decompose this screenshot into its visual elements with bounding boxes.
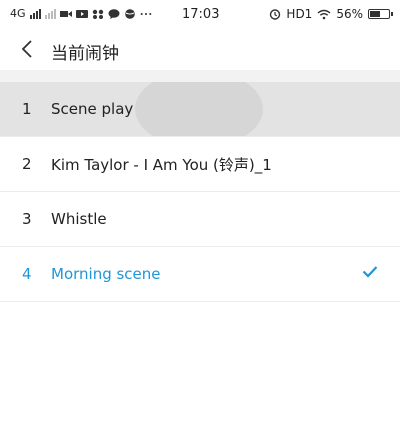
- network-type: 4G: [10, 7, 26, 20]
- status-bar: 4G 17:03 HD1 56%: [0, 0, 400, 30]
- ball-icon: [124, 8, 135, 19]
- item-index: 4: [22, 265, 32, 283]
- back-arrow-icon: [21, 40, 32, 58]
- item-label: Scene play: [51, 100, 134, 118]
- alarm-sound-list: 1 Scene play 2 Kim Taylor - I Am You (铃声…: [0, 82, 400, 302]
- item-index: 1: [22, 100, 32, 118]
- alarm-clock-icon: [270, 9, 281, 20]
- checkmark-icon: [362, 266, 378, 278]
- status-right: HD1 56%: [269, 7, 393, 21]
- signal-strength-secondary-icon: [44, 8, 56, 19]
- section-divider: [0, 70, 400, 82]
- list-item[interactable]: 2 Kim Taylor - I Am You (铃声)_1: [0, 137, 400, 192]
- app-grid-icon: [92, 9, 103, 19]
- status-time: 17:03: [182, 7, 220, 22]
- media-icon: [75, 9, 88, 18]
- video-icon: [59, 10, 72, 17]
- item-label: Whistle: [51, 210, 107, 228]
- screen: 4G 17:03 HD1 56% 当前闹钟 1 Scene play 2 Kim…: [0, 0, 400, 422]
- hd-indicator: HD1: [286, 7, 313, 21]
- list-item[interactable]: 1 Scene play: [0, 82, 400, 137]
- header: 当前闹钟: [0, 30, 400, 70]
- item-label: Morning scene: [51, 265, 161, 283]
- status-left: 4G: [10, 7, 152, 20]
- page-title: 当前闹钟: [51, 44, 119, 64]
- back-button[interactable]: [14, 36, 40, 62]
- more-dots-icon: [140, 12, 151, 15]
- battery-icon: [368, 9, 393, 19]
- list-item[interactable]: 4 Morning scene: [0, 247, 400, 302]
- wifi-icon: [317, 9, 331, 19]
- list-item[interactable]: 3 Whistle: [0, 192, 400, 247]
- signal-strength-icon: [29, 8, 41, 19]
- item-index: 3: [22, 210, 32, 228]
- item-label: Kim Taylor - I Am You (铃声)_1: [51, 155, 272, 174]
- battery-percent: 56%: [336, 7, 363, 21]
- touch-ripple: [135, 82, 263, 136]
- item-index: 2: [22, 155, 32, 173]
- chat-icon: [108, 8, 120, 19]
